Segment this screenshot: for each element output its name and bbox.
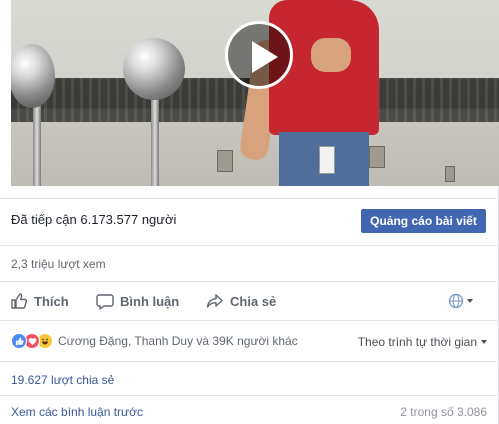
share-count-link[interactable]: 19.627 lượt chia sẻ	[11, 373, 114, 387]
reach-text: Đã tiếp cận 6.173.577 người	[11, 212, 177, 227]
comment-button[interactable]: Bình luận	[96, 282, 179, 320]
chevron-down-icon	[481, 340, 487, 344]
comment-sort-dropdown[interactable]: Theo trình tự thời gian	[358, 335, 487, 349]
sort-label: Theo trình tự thời gian	[357, 335, 477, 349]
promote-post-button[interactable]: Quảng cáo bài viết	[361, 209, 486, 233]
comment-label: Bình luận	[120, 293, 180, 309]
video-scene-pole	[151, 96, 159, 186]
video-scene-person	[311, 38, 351, 72]
divider	[0, 320, 499, 321]
globe-icon	[448, 293, 464, 309]
comment-count: 2 trong số 3.086	[400, 405, 487, 419]
like-reaction-icon	[11, 333, 27, 349]
play-icon	[252, 41, 278, 73]
video-scene-badge	[319, 146, 335, 174]
share-button[interactable]: Chia sẻ	[206, 282, 276, 320]
video-scene-pole	[33, 100, 41, 186]
divider	[0, 361, 499, 362]
video-scene-outlet	[217, 150, 233, 172]
video-scene-outlet	[369, 146, 385, 168]
share-label: Chia sẻ	[230, 293, 277, 309]
like-label: Thích	[34, 293, 69, 309]
view-count[interactable]: 2,3 triệu lượt xem	[11, 257, 106, 271]
view-previous-comments-link[interactable]: Xem các bình luận trước	[11, 405, 143, 419]
chevron-down-icon	[467, 299, 473, 303]
play-button[interactable]	[225, 21, 293, 89]
post-card: Đã tiếp cận 6.173.577 người Quảng cáo bà…	[0, 0, 499, 424]
video-scene-sphere	[11, 44, 55, 108]
video-player[interactable]	[11, 0, 499, 186]
divider	[0, 395, 499, 396]
comment-icon	[96, 294, 114, 310]
reactions-summary[interactable]: Cương Đặng, Thanh Duy và 39K người khác	[11, 333, 298, 349]
divider	[0, 245, 499, 246]
audience-selector[interactable]	[448, 293, 473, 309]
video-scene-outlet	[445, 166, 455, 182]
divider	[0, 198, 499, 199]
like-button[interactable]: Thích	[10, 282, 69, 320]
share-icon	[206, 294, 223, 308]
reaction-names[interactable]: Cương Đặng, Thanh Duy và 39K người khác	[58, 334, 298, 348]
thumbs-up-icon	[11, 293, 28, 309]
video-scene-sphere	[123, 38, 185, 100]
action-bar: Thích Bình luận Chia sẻ	[0, 282, 499, 320]
